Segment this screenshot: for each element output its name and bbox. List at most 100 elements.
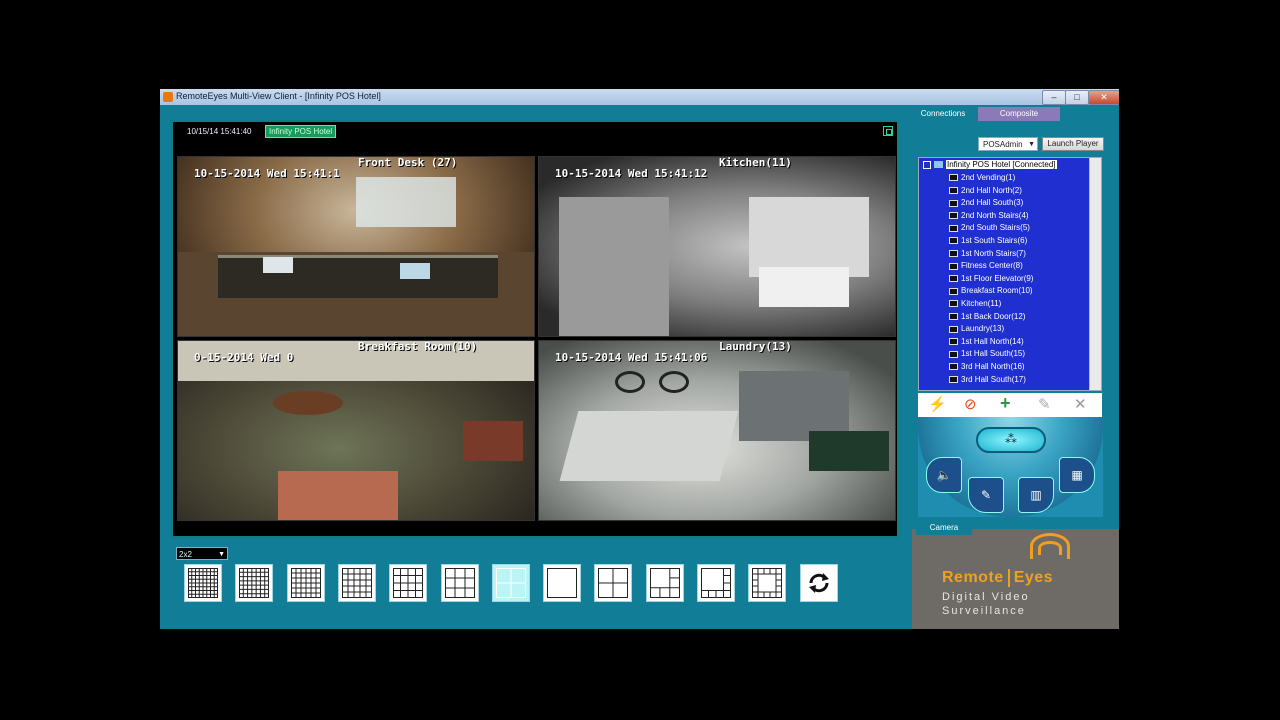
title-bar: RemoteEyes Multi-View Client - [Infinity… (160, 89, 1119, 105)
layout-6x6-button[interactable] (286, 564, 325, 602)
control-panel: ⁂ 🔈 ✎ ▥ ▦ (918, 417, 1103, 517)
layout-select[interactable]: 2x2 ▼ (176, 547, 228, 560)
minimize-button[interactable]: – (1042, 90, 1066, 105)
tree-item-camera[interactable]: 1st Floor Elevator(9) (949, 273, 1033, 285)
layout-4x4-button[interactable] (389, 564, 428, 602)
lightning-icon[interactable]: ⚡ (928, 396, 947, 414)
layout-8x8-button[interactable] (184, 564, 222, 602)
camera-icon (949, 174, 958, 182)
brand-tagline-2: Surveillance (942, 605, 1026, 617)
window-title: RemoteEyes Multi-View Client - [Infinity… (176, 91, 381, 101)
camera-capture-button[interactable]: ⁂ (976, 427, 1046, 453)
fullscreen-icon[interactable] (883, 126, 893, 136)
layout-1-plus-7-icon (701, 568, 731, 598)
camera-timestamp: 10-15-2014 Wed 15:41:1 (194, 167, 340, 180)
close-button[interactable]: ✕ (1088, 90, 1119, 105)
tree-item-label: 2nd Hall North(2) (961, 185, 1022, 195)
tree-item-camera[interactable]: 2nd Hall South(3) (949, 197, 1023, 209)
layout-2x2-button[interactable] (491, 564, 530, 602)
tree-item-label: 1st Hall North(14) (961, 336, 1024, 346)
camera-timestamp: 10-15-2014 Wed 15:41:12 (555, 167, 708, 180)
camera-toolbar: ⚡ ⊘ + ✎ ✕ (918, 393, 1102, 417)
capture-icon: ⁂ (1005, 432, 1017, 446)
delete-icon[interactable]: ✕ (1074, 396, 1087, 414)
tree-item-camera[interactable]: 3rd Hall North(16) (949, 361, 1025, 373)
camera-name: Laundry(13) (719, 340, 792, 353)
tree-item-camera[interactable]: Laundry(13) (949, 323, 1004, 335)
layout-5x5-button[interactable] (337, 564, 376, 602)
tree-item-camera[interactable]: Kitchen(11) (949, 298, 1001, 310)
video-panel: 10/15/14 15:41:40 Infinity POS Hotel Fro… (160, 105, 912, 629)
camera-icon (949, 199, 958, 207)
tree-item-camera[interactable]: 2nd Vending(1) (949, 172, 1015, 184)
camera-tree[interactable]: Infinity POS Hotel [Connected] 2nd Vendi… (918, 157, 1102, 391)
tree-item-camera[interactable]: 2nd South Stairs(5) (949, 222, 1030, 234)
pen-icon[interactable]: ✎ (968, 477, 1004, 513)
camera-icon (949, 350, 958, 358)
tree-item-label: 3rd Hall North(16) (961, 362, 1025, 371)
user-select[interactable]: POSAdmin ▼ (978, 137, 1038, 151)
tree-item-camera[interactable]: 1st Back Door(12) (949, 311, 1025, 323)
layout-7x7-button[interactable] (235, 564, 274, 602)
audio-icon[interactable]: 🔈 (926, 457, 962, 493)
tab-composite[interactable]: Composite (978, 107, 1060, 121)
camera-tile-laundry[interactable]: Laundry(13) 10-15-2014 Wed 15:41:06 (538, 340, 896, 521)
camera-icon (949, 325, 958, 333)
tree-item-camera[interactable]: 2nd Hall North(2) (949, 185, 1022, 197)
site-tag[interactable]: Infinity POS Hotel (265, 125, 337, 138)
layout-7x7-icon (239, 568, 270, 598)
layout-1x1-button[interactable] (543, 564, 582, 602)
tree-item-label: 1st Back Door(12) (961, 311, 1026, 321)
cycle-layout-button[interactable] (799, 564, 838, 602)
tree-item-camera[interactable]: 3rd Hall South(17) (949, 374, 1026, 386)
layout-3x3-button[interactable] (440, 564, 479, 602)
layout-1-plus-12-icon (752, 568, 783, 598)
book-icon[interactable]: ▥ (1018, 477, 1054, 513)
tab-camera[interactable]: Camera (916, 521, 972, 535)
add-icon[interactable]: + (1000, 394, 1011, 412)
layout-1-plus-12-button[interactable] (748, 564, 787, 602)
tree-item-camera[interactable]: 1st South Stairs(6) (949, 235, 1027, 247)
tree-item-label: Laundry(13) (961, 324, 1005, 334)
sidebar: Connections Composite POSAdmin ▼ Launch … (912, 105, 1119, 629)
user-select-value: POSAdmin (983, 140, 1023, 149)
tree-item-camera[interactable]: Breakfast Room(10) (949, 285, 1033, 297)
tree-item-camera[interactable]: 2nd North Stairs(4) (949, 210, 1029, 222)
edit-icon[interactable]: ✎ (1038, 396, 1051, 414)
layout-2x2-icon (495, 568, 526, 598)
tree-item-label: 3rd Hall South(17) (961, 374, 1026, 384)
camera-tile-front-desk[interactable]: Front Desk (27) 10-15-2014 Wed 15:41:1 (177, 156, 535, 337)
camera-tile-kitchen[interactable]: Kitchen(11) 10-15-2014 Wed 15:41:12 (538, 156, 896, 337)
tree-item-label: 2nd Vending(1) (961, 173, 1016, 182)
tree-root[interactable]: Infinity POS Hotel [Connected] (923, 160, 1057, 169)
camera-grid: Front Desk (27) 10-15-2014 Wed 15:41:1 K… (177, 156, 897, 522)
tree-scrollbar[interactable] (1089, 158, 1101, 390)
camera-tile-breakfast-room[interactable]: Breakfast Room(10) 0-15-2014 Wed 0 (177, 340, 535, 521)
layout-1-plus-3-button[interactable] (594, 564, 633, 602)
app-icon (163, 92, 173, 102)
camera-name: Kitchen(11) (719, 156, 792, 169)
tree-item-label: 1st South Stairs(6) (961, 236, 1028, 245)
expand-icon[interactable] (923, 160, 931, 169)
camera-icon (949, 338, 958, 346)
camera-name: Front Desk (27) (358, 156, 458, 169)
layout-1-plus-5-button[interactable] (645, 564, 684, 602)
tree-root-label: Infinity POS Hotel [Connected] (946, 160, 1057, 169)
launch-player-button[interactable]: Launch Player (1042, 137, 1104, 151)
computer-icon (934, 161, 943, 169)
grid-icon[interactable]: ▦ (1059, 457, 1095, 493)
tab-connections[interactable]: Connections (912, 107, 974, 121)
layout-1-plus-7-button[interactable] (697, 564, 735, 602)
tree-item-camera[interactable]: Fitness Center(8) (949, 260, 1023, 272)
tree-item-camera[interactable]: 1st Hall South(15) (949, 348, 1025, 360)
refresh-icon (808, 573, 829, 593)
camera-icon (949, 212, 958, 220)
tree-item-camera[interactable]: 1st Hall North(14) (949, 336, 1024, 348)
camera-icon (949, 186, 958, 194)
chevron-down-icon: ▼ (218, 551, 225, 558)
tree-item-camera[interactable]: 1st North Stairs(7) (949, 248, 1026, 260)
maximize-button[interactable]: □ (1065, 90, 1089, 105)
brand-left: Remote (942, 569, 1004, 587)
disconnect-icon[interactable]: ⊘ (964, 396, 977, 414)
layout-1-plus-3-icon (598, 568, 629, 598)
